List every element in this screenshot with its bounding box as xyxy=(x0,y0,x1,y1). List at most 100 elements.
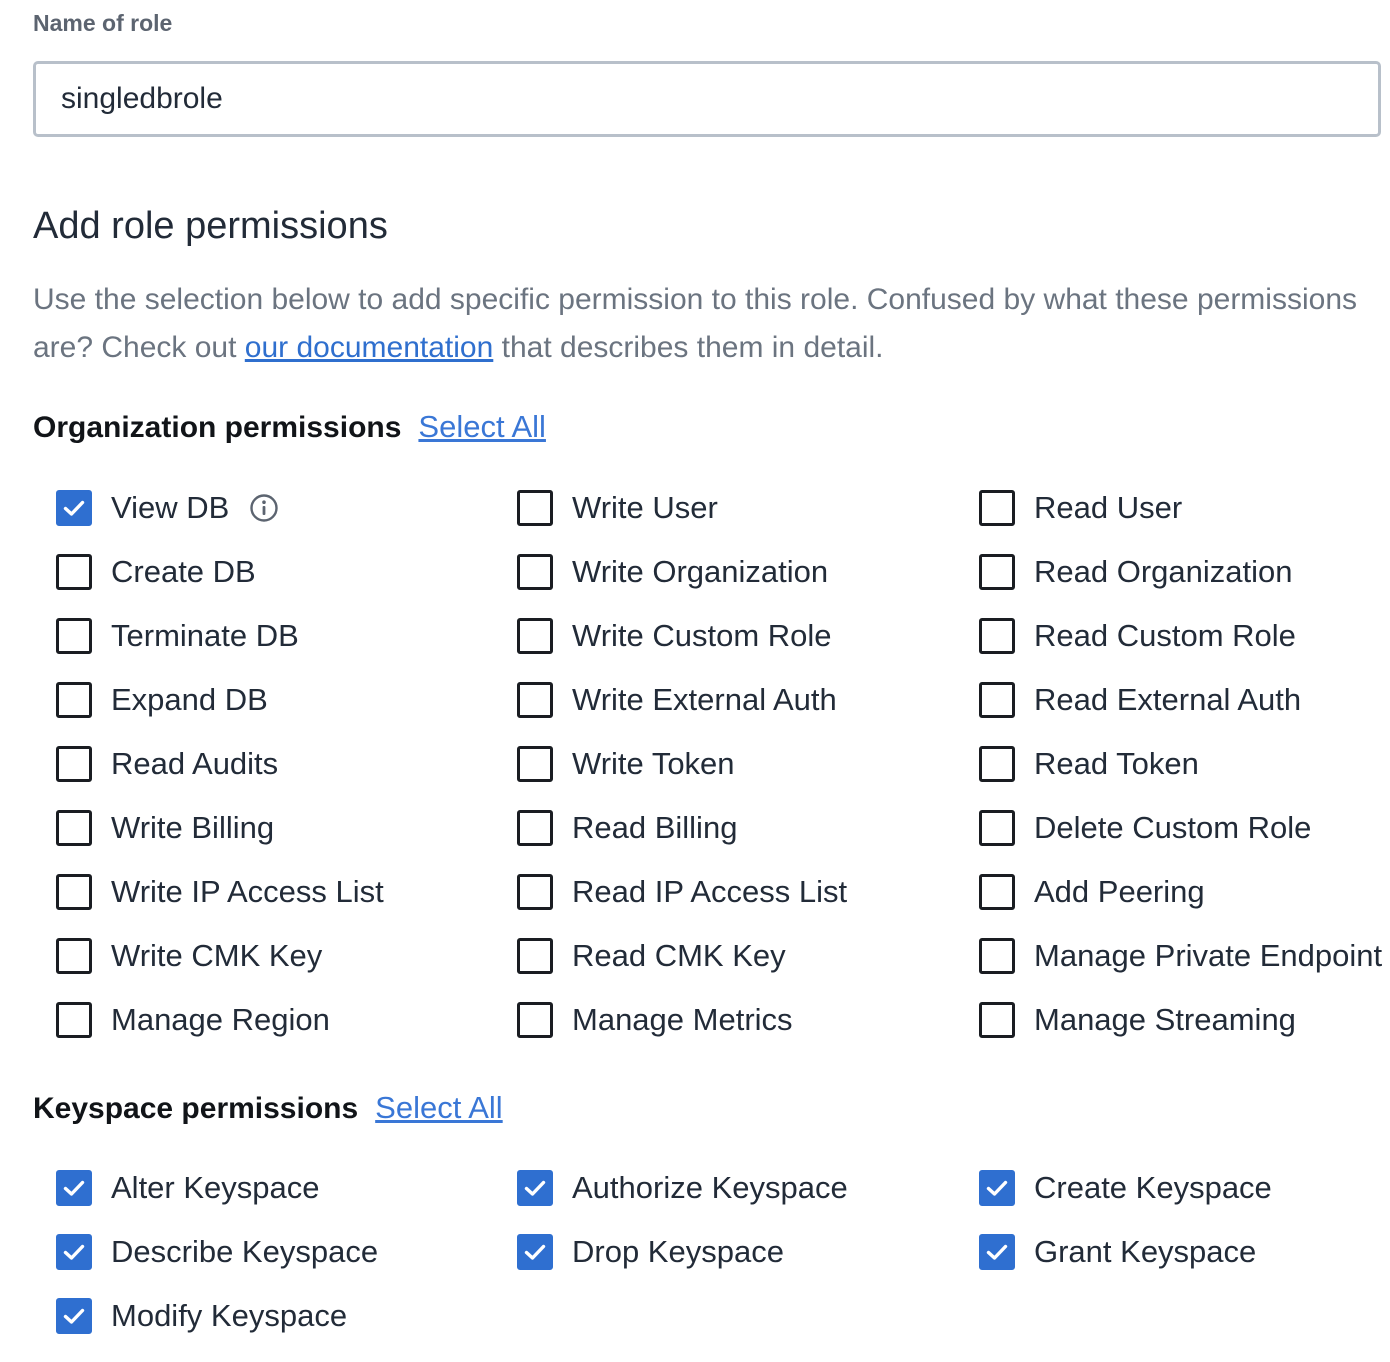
permission-create-db[interactable]: Create DB xyxy=(56,540,517,604)
permission-write-external-auth[interactable]: Write External Auth xyxy=(517,668,979,732)
permission-read-custom-role[interactable]: Read Custom Role xyxy=(979,604,1390,668)
checkbox[interactable] xyxy=(56,810,92,846)
permission-label: View DB xyxy=(111,490,230,525)
checkbox[interactable] xyxy=(56,1234,92,1270)
permission-read-token[interactable]: Read Token xyxy=(979,732,1390,796)
permission-label: Read Billing xyxy=(572,810,738,845)
permission-alter-keyspace[interactable]: Alter Keyspace xyxy=(56,1156,517,1220)
permission-terminate-db[interactable]: Terminate DB xyxy=(56,604,517,668)
checkbox[interactable] xyxy=(517,746,553,782)
checkbox[interactable] xyxy=(56,1298,92,1334)
keyspace-permissions-grid: Alter Keyspace Authorize Keyspace Create K… xyxy=(56,1156,1390,1348)
permission-view-db[interactable]: View DB xyxy=(56,476,517,540)
permission-read-organization[interactable]: Read Organization xyxy=(979,540,1390,604)
checkbox[interactable] xyxy=(517,618,553,654)
permission-read-user[interactable]: Read User xyxy=(979,476,1390,540)
permission-label: Write Billing xyxy=(111,810,275,845)
checkbox[interactable] xyxy=(56,746,92,782)
permission-write-cmk-key[interactable]: Write CMK Key xyxy=(56,924,517,988)
permission-label: Grant Keyspace xyxy=(1034,1234,1257,1269)
checkbox[interactable] xyxy=(517,810,553,846)
checkbox[interactable] xyxy=(56,682,92,718)
checkbox[interactable] xyxy=(517,1234,553,1270)
checkbox[interactable] xyxy=(56,938,92,974)
permission-label: Manage Streaming xyxy=(1034,1002,1296,1037)
permission-authorize-keyspace[interactable]: Authorize Keyspace xyxy=(517,1156,979,1220)
checkmark-icon xyxy=(524,1244,546,1260)
permission-read-billing[interactable]: Read Billing xyxy=(517,796,979,860)
checkbox[interactable] xyxy=(517,682,553,718)
permission-label: Write External Auth xyxy=(572,682,837,717)
permission-label: Create DB xyxy=(111,554,256,589)
permission-write-organization[interactable]: Write Organization xyxy=(517,540,979,604)
keyspace-select-all-link[interactable]: Select All xyxy=(375,1090,503,1126)
permission-write-billing[interactable]: Write Billing xyxy=(56,796,517,860)
checkbox[interactable] xyxy=(517,554,553,590)
checkbox[interactable] xyxy=(979,746,1015,782)
permission-grant-keyspace[interactable]: Grant Keyspace xyxy=(979,1220,1390,1284)
permission-delete-custom-role[interactable]: Delete Custom Role xyxy=(979,796,1390,860)
checkbox[interactable] xyxy=(979,1170,1015,1206)
permission-label: Write Organization xyxy=(572,554,829,589)
permission-label: Add Peering xyxy=(1034,874,1205,909)
checkmark-icon xyxy=(63,1308,85,1324)
permission-write-user[interactable]: Write User xyxy=(517,476,979,540)
checkbox[interactable] xyxy=(979,874,1015,910)
checkbox[interactable] xyxy=(517,490,553,526)
checkbox[interactable] xyxy=(979,490,1015,526)
checkbox[interactable] xyxy=(56,1002,92,1038)
permission-label: Manage Private Endpoint xyxy=(1034,938,1383,973)
organization-permissions-title: Organization permissions xyxy=(33,411,402,444)
checkbox[interactable] xyxy=(517,1002,553,1038)
permission-label: Modify Keyspace xyxy=(111,1298,348,1333)
checkbox[interactable] xyxy=(979,810,1015,846)
permission-read-external-auth[interactable]: Read External Auth xyxy=(979,668,1390,732)
permission-read-audits[interactable]: Read Audits xyxy=(56,732,517,796)
permission-label: Expand DB xyxy=(111,682,268,717)
checkbox[interactable] xyxy=(517,874,553,910)
checkbox[interactable] xyxy=(979,618,1015,654)
info-circle-icon[interactable] xyxy=(249,493,279,523)
checkbox[interactable] xyxy=(56,554,92,590)
checkmark-icon xyxy=(63,1244,85,1260)
permission-label: Read Token xyxy=(1034,746,1199,781)
permission-write-custom-role[interactable]: Write Custom Role xyxy=(517,604,979,668)
permission-drop-keyspace[interactable]: Drop Keyspace xyxy=(517,1220,979,1284)
organization-select-all-link[interactable]: Select All xyxy=(418,409,546,445)
documentation-link[interactable]: our documentation xyxy=(245,331,494,364)
permission-describe-keyspace[interactable]: Describe Keyspace xyxy=(56,1220,517,1284)
permission-manage-streaming[interactable]: Manage Streaming xyxy=(979,988,1390,1052)
checkbox[interactable] xyxy=(56,618,92,654)
checkmark-icon xyxy=(986,1180,1008,1196)
checkbox[interactable] xyxy=(979,682,1015,718)
permission-manage-region[interactable]: Manage Region xyxy=(56,988,517,1052)
permission-modify-keyspace[interactable]: Modify Keyspace xyxy=(56,1284,517,1348)
organization-permissions-header: Organization permissions Select All xyxy=(33,409,546,445)
permission-label: Read User xyxy=(1034,490,1183,525)
checkbox[interactable] xyxy=(517,1170,553,1206)
checkbox[interactable] xyxy=(517,938,553,974)
checkbox[interactable] xyxy=(979,1002,1015,1038)
organization-permissions-grid: View DB Write User Read User Create DB Write… xyxy=(56,476,1390,1052)
permission-label: Read CMK Key xyxy=(572,938,786,973)
permission-write-ip-access-list[interactable]: Write IP Access List xyxy=(56,860,517,924)
permission-manage-private-endpoint[interactable]: Manage Private Endpoint xyxy=(979,924,1390,988)
permission-expand-db[interactable]: Expand DB xyxy=(56,668,517,732)
checkbox[interactable] xyxy=(56,1170,92,1206)
checkbox[interactable] xyxy=(979,1234,1015,1270)
checkbox[interactable] xyxy=(979,938,1015,974)
permission-read-cmk-key[interactable]: Read CMK Key xyxy=(517,924,979,988)
section-description: Use the selection below to add specific … xyxy=(33,276,1363,372)
permission-manage-metrics[interactable]: Manage Metrics xyxy=(517,988,979,1052)
permission-write-token[interactable]: Write Token xyxy=(517,732,979,796)
permission-label: Write Custom Role xyxy=(572,618,832,653)
checkmark-icon xyxy=(524,1180,546,1196)
checkbox[interactable] xyxy=(56,874,92,910)
permission-create-keyspace[interactable]: Create Keyspace xyxy=(979,1156,1390,1220)
checkbox[interactable] xyxy=(979,554,1015,590)
permission-label: Create Keyspace xyxy=(1034,1170,1272,1205)
permission-add-peering[interactable]: Add Peering xyxy=(979,860,1390,924)
checkbox[interactable] xyxy=(56,490,92,526)
permission-read-ip-access-list[interactable]: Read IP Access List xyxy=(517,860,979,924)
role-name-input[interactable] xyxy=(33,61,1381,137)
